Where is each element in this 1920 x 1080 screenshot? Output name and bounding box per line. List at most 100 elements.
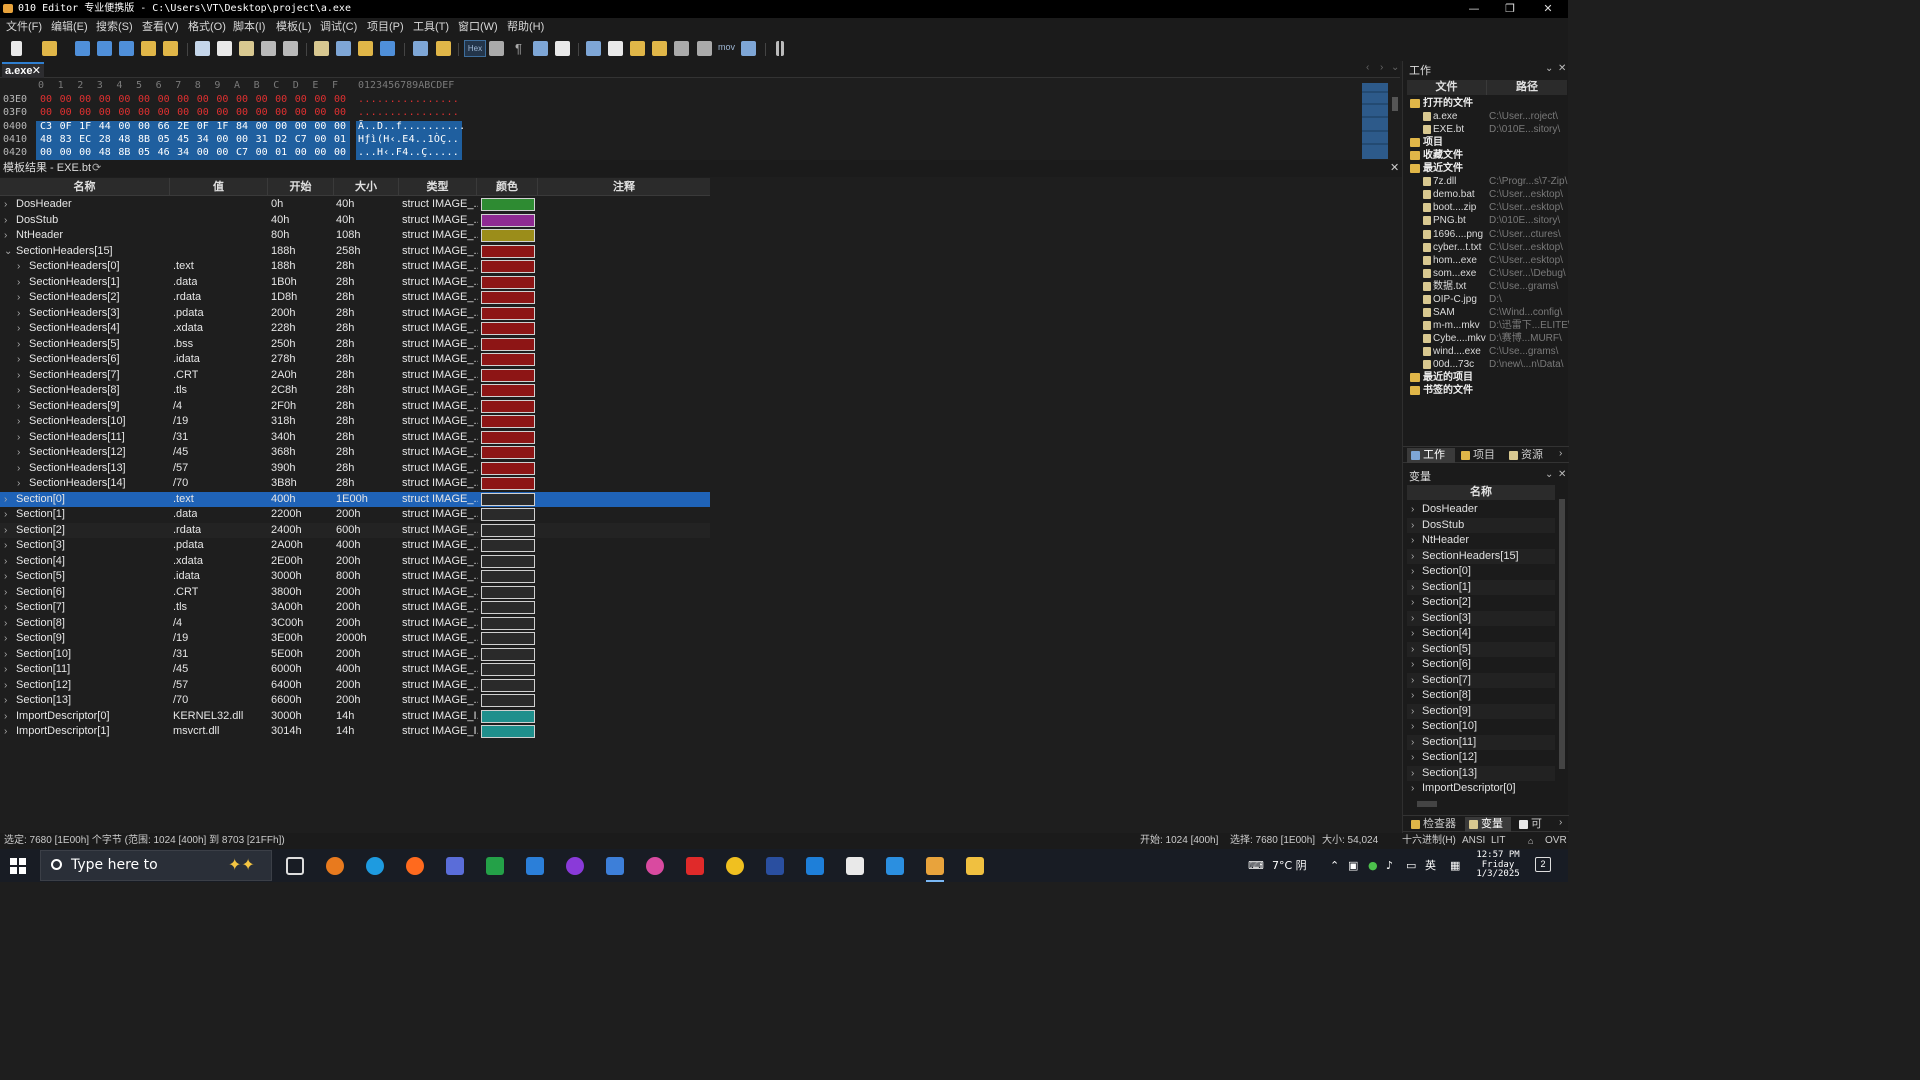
restore-button[interactable]: ❐ — [1492, 0, 1528, 18]
expand-arrow-icon[interactable]: › — [17, 430, 20, 445]
settings-icon[interactable] — [446, 857, 464, 875]
variable-row[interactable]: › Section[5] — [1407, 641, 1555, 657]
hex-scrollbar[interactable] — [1390, 83, 1400, 159]
paste-icon[interactable] — [239, 41, 254, 56]
remote-desktop-icon[interactable] — [526, 857, 544, 875]
expand-arrow-icon[interactable]: › — [1411, 611, 1414, 626]
hex-byte[interactable]: 00 — [312, 147, 328, 158]
hex-byte[interactable]: 44 — [97, 121, 113, 132]
hex-byte[interactable]: 00 — [97, 94, 113, 105]
edge-icon[interactable] — [366, 857, 384, 875]
menu-format[interactable]: 格式(O) — [188, 18, 226, 37]
hex-byte[interactable]: 00 — [156, 107, 172, 118]
col-type-header[interactable]: 类型 — [399, 178, 477, 196]
hex-minimap[interactable] — [1362, 83, 1388, 159]
hex-byte[interactable]: 05 — [136, 147, 152, 158]
expand-arrow-icon[interactable]: › — [4, 600, 7, 615]
status-endian[interactable]: LIT — [1491, 833, 1505, 849]
bookmark-icon[interactable] — [608, 41, 623, 56]
template-row[interactable]: › SectionHeaders[11] /31 340h 28h struct IMAG… — [0, 430, 710, 446]
expand-arrow-icon[interactable]: › — [4, 616, 7, 631]
variables-header[interactable]: 名称 — [1407, 485, 1555, 500]
hex-byte[interactable]: 66 — [156, 121, 172, 132]
template-row[interactable]: › SectionHeaders[0] .text 188h 28h struct IMA… — [0, 259, 710, 275]
col-path-header[interactable]: 路径 — [1487, 80, 1567, 95]
tab-variables[interactable]: 变量 — [1465, 817, 1511, 832]
color-swatch[interactable] — [481, 430, 535, 444]
menu-debug[interactable]: 调试(C) — [320, 18, 357, 37]
color-swatch[interactable] — [481, 554, 535, 568]
hex-byte[interactable]: 0F — [58, 121, 74, 132]
template-row[interactable]: › Section[12] /57 6400h 200h struct IMAGE_... — [0, 678, 710, 694]
col-value-header[interactable]: 值 — [170, 178, 268, 196]
expand-arrow-icon[interactable]: › — [17, 321, 20, 336]
expand-arrow-icon[interactable]: › — [17, 259, 20, 274]
minimize-button[interactable]: — — [1456, 0, 1492, 18]
variable-row[interactable]: › Section[8] — [1407, 688, 1555, 704]
hex-byte[interactable]: 00 — [97, 107, 113, 118]
media-player-icon[interactable] — [566, 857, 584, 875]
workspace-file[interactable]: 1696....png C:\User...ctures\ — [1407, 228, 1567, 241]
hex-ascii[interactable]: Ã..D..f.......... — [358, 121, 465, 132]
expand-arrow-icon[interactable]: › — [17, 337, 20, 352]
workspace-file[interactable]: 7z.dll C:\Progr...s\7-Zip\ — [1407, 175, 1567, 188]
color-swatch[interactable] — [481, 353, 535, 366]
hex-byte[interactable]: 00 — [175, 94, 191, 105]
expand-arrow-icon[interactable]: › — [1411, 781, 1414, 796]
hex-byte[interactable]: 00 — [293, 94, 309, 105]
template-row[interactable]: › SectionHeaders[9] /4 2F0h 28h struct IMAGE_… — [0, 399, 710, 415]
menu-tools[interactable]: 工具(T) — [413, 18, 449, 37]
col-start-header[interactable]: 开始 — [268, 178, 334, 196]
template-row[interactable]: › Section[3] .pdata 2A00h 400h struct IMAGE_.… — [0, 538, 710, 554]
undo-icon[interactable] — [261, 41, 276, 56]
expand-arrow-icon[interactable]: › — [1411, 564, 1414, 579]
color-swatch[interactable] — [481, 213, 535, 227]
expand-arrow-icon[interactable]: › — [4, 709, 7, 724]
expand-arrow-icon[interactable]: › — [4, 213, 7, 228]
workspace-file[interactable]: EXE.bt D:\010E...sitory\ — [1407, 123, 1567, 136]
col-file-header[interactable]: 文件 — [1407, 80, 1487, 95]
hex-byte[interactable]: 00 — [234, 107, 250, 118]
debug-icon[interactable] — [741, 41, 756, 56]
template-row[interactable]: › Section[8] /4 3C00h 200h struct IMAGE_... — [0, 616, 710, 632]
hex-byte[interactable]: 00 — [136, 121, 152, 132]
expand-arrow-icon[interactable]: › — [17, 476, 20, 491]
tab-project[interactable]: 项目 — [1457, 448, 1505, 463]
copilot-sparkle-icon[interactable]: ✦✦ — [228, 855, 255, 875]
template-row[interactable]: › SectionHeaders[3] .pdata 200h 28h struct IM… — [0, 306, 710, 322]
tab-visualize[interactable]: 可 — [1515, 817, 1551, 832]
hex-byte[interactable]: 00 — [273, 107, 289, 118]
variable-row[interactable]: › Section[12] — [1407, 750, 1555, 766]
expand-arrow-icon[interactable]: › — [1411, 657, 1414, 672]
hex-byte[interactable]: 00 — [254, 107, 270, 118]
hex-byte[interactable]: 00 — [332, 147, 348, 158]
workspace-file[interactable]: m-m...mkv D:\迅雷下...ELITE\ — [1407, 319, 1569, 332]
workspace-group[interactable]: 打开的文件 — [1407, 97, 1567, 110]
expand-arrow-icon[interactable]: › — [17, 306, 20, 321]
paragraph-icon[interactable]: ¶ — [511, 41, 526, 56]
hex-byte[interactable]: 00 — [175, 107, 191, 118]
expand-arrow-icon[interactable]: › — [1411, 502, 1414, 517]
columns-icon[interactable] — [533, 41, 548, 56]
hex-byte[interactable]: 84 — [234, 121, 250, 132]
language-indicator[interactable]: 英 — [1425, 849, 1436, 882]
expand-arrow-icon[interactable]: › — [4, 492, 7, 507]
variable-row[interactable]: › Section[9] — [1407, 703, 1555, 719]
save-all-icon[interactable] — [119, 41, 134, 56]
color-swatch[interactable] — [481, 322, 535, 335]
hex-row[interactable]: 03E0 00 00 00 00 00 00 00 00 00 00 00 00 00 00 00 00....… — [0, 94, 470, 107]
task-view-icon[interactable] — [286, 857, 304, 875]
hex-byte[interactable]: 00 — [332, 94, 348, 105]
close-file-icon[interactable] — [163, 41, 178, 56]
variable-row[interactable]: › Section[6] — [1407, 657, 1555, 673]
goto-icon[interactable] — [380, 41, 395, 56]
variable-row[interactable]: › Section[7] — [1407, 672, 1555, 688]
status-encoding[interactable]: ANSI — [1462, 833, 1485, 849]
close-variables-icon[interactable]: ✕ — [1558, 469, 1566, 480]
color-swatch[interactable] — [481, 291, 535, 304]
template-row[interactable]: › DosHeader 0h 40h struct IMAGE_... — [0, 197, 710, 213]
clock[interactable]: 12:57 PM Friday 1/3/2025 — [1474, 850, 1522, 880]
compare-icon[interactable] — [436, 41, 451, 56]
hex-byte[interactable]: 8B — [116, 147, 132, 158]
expand-arrow-icon[interactable]: › — [4, 228, 7, 243]
